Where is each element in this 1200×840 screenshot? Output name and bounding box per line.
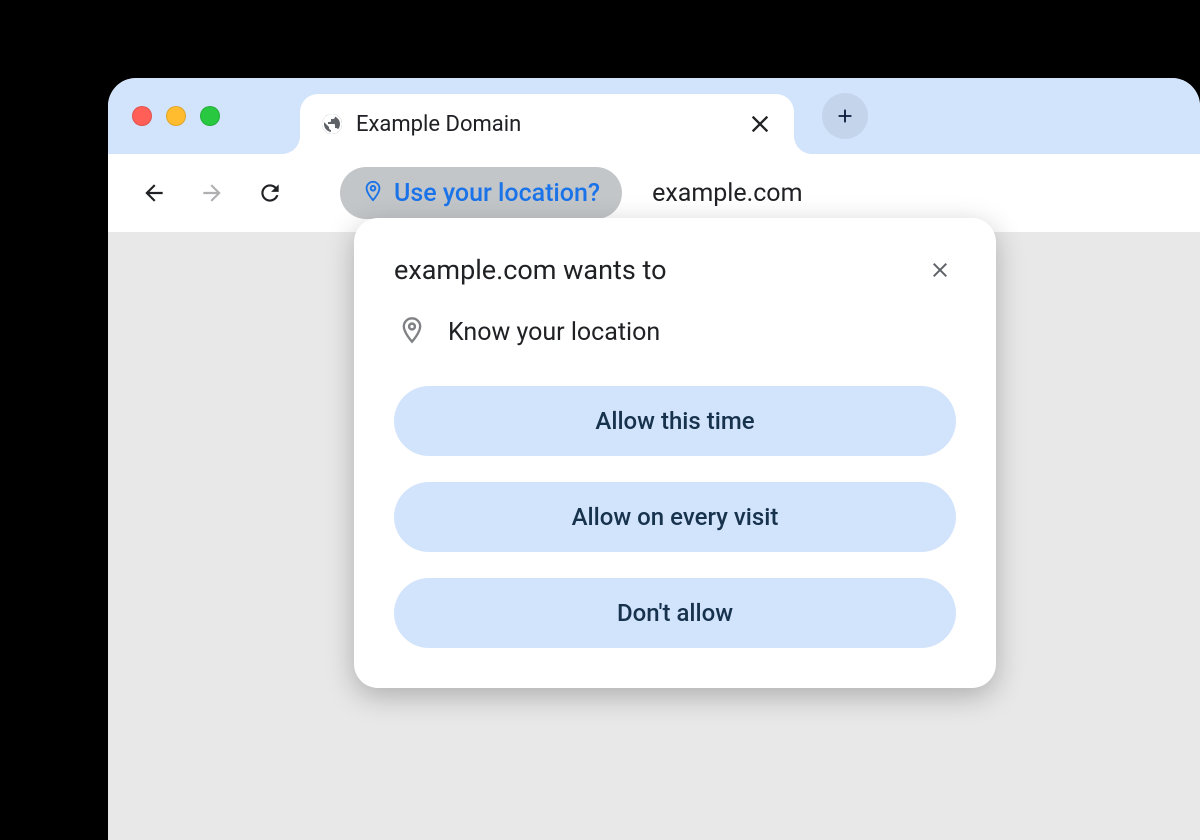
- reload-button[interactable]: [252, 175, 288, 211]
- new-tab-button[interactable]: [822, 93, 868, 139]
- permission-description: Know your location: [448, 318, 660, 347]
- allow-every-visit-button[interactable]: Allow on every visit: [394, 482, 956, 552]
- browser-tab[interactable]: Example Domain: [300, 94, 794, 154]
- location-chip-label: Use your location?: [394, 179, 600, 208]
- tab-title: Example Domain: [356, 112, 746, 137]
- location-pin-icon: [362, 180, 384, 206]
- permission-dialog: example.com wants to Know your location …: [354, 218, 996, 688]
- dont-allow-button[interactable]: Don't allow: [394, 578, 956, 648]
- allow-this-time-button[interactable]: Allow this time: [394, 386, 956, 456]
- window-maximize-button[interactable]: [200, 106, 220, 126]
- page-content: example.com wants to Know your location …: [108, 232, 1200, 840]
- window-minimize-button[interactable]: [166, 106, 186, 126]
- browser-window: Example Domain Use your location? e: [108, 78, 1200, 840]
- permission-dialog-title: example.com wants to: [394, 254, 666, 286]
- url-text: example.com: [652, 179, 802, 208]
- tab-close-button[interactable]: [746, 110, 774, 138]
- permission-dialog-close-button[interactable]: [924, 254, 956, 286]
- window-controls: [132, 106, 220, 126]
- tab-strip: Example Domain: [108, 78, 1200, 154]
- forward-button[interactable]: [194, 175, 230, 211]
- location-permission-chip[interactable]: Use your location?: [340, 167, 622, 219]
- back-button[interactable]: [136, 175, 172, 211]
- window-close-button[interactable]: [132, 106, 152, 126]
- globe-icon: [320, 112, 344, 136]
- address-bar[interactable]: Use your location? example.com: [340, 167, 803, 219]
- location-pin-icon: [398, 316, 426, 348]
